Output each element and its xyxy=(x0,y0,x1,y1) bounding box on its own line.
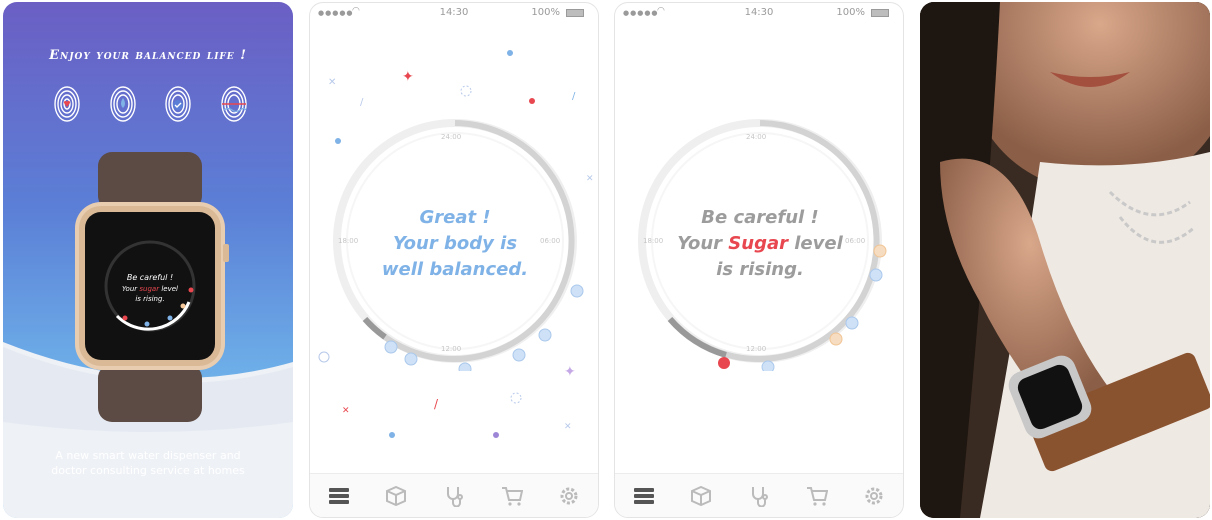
battery-icon xyxy=(871,9,889,17)
watch-line-2-highlight: sugar xyxy=(139,285,160,293)
fingerprint-heart-icon xyxy=(54,86,80,122)
svg-text:✕: ✕ xyxy=(564,422,572,432)
watch-line-2: Your sugar level xyxy=(122,285,178,293)
intro-description-line-1: A new smart water dispenser and xyxy=(55,449,241,462)
fingerprint-drop-icon xyxy=(109,86,136,122)
gear-icon[interactable] xyxy=(556,483,582,509)
svg-text:✦: ✦ xyxy=(402,69,414,85)
tick-bottom: 12:00 xyxy=(441,345,462,353)
careful-line-2: Your Sugar level xyxy=(615,231,903,257)
status-bar: ●●●●● ◠ 14:30 100% xyxy=(310,3,598,23)
watch-line-3: is rising. xyxy=(135,295,164,303)
sugar-warning-screen: ●●●●● ◠ 14:30 100% 24:00 06:00 12:00 18:… xyxy=(614,2,904,518)
sugar-highlight: Sugar xyxy=(728,233,788,254)
balanced-line-3: well balanced. xyxy=(381,259,529,280)
watch-line-2-pre: Your xyxy=(122,285,138,293)
svg-text:✕: ✕ xyxy=(328,77,336,88)
careful-line-1: Be careful ! xyxy=(701,207,819,228)
svg-text:✕: ✕ xyxy=(586,174,594,184)
screenshot-collage: Enjoy your balanced life ! Be careful ! … xyxy=(0,0,1212,520)
balanced-line-1: Great ! xyxy=(419,207,491,228)
tick-top: 24:00 xyxy=(441,133,462,141)
intro-panel: Enjoy your balanced life ! Be careful ! … xyxy=(3,2,293,518)
tab-bar xyxy=(310,473,598,517)
fingerprint-check-icon xyxy=(165,86,192,122)
menu-icon[interactable] xyxy=(326,483,352,509)
cart-icon[interactable] xyxy=(804,483,830,509)
svg-text:/: / xyxy=(572,91,576,102)
tick-top: 24:00 xyxy=(746,133,767,141)
balanced-screen: ●●●●● ◠ 14:30 100% ✕ ✦ / / ✕ ✦ ✕ / ✕ 24:… xyxy=(309,2,599,518)
stethoscope-icon[interactable] xyxy=(441,483,467,509)
balanced-message: Great ! Your body is well balanced. xyxy=(310,205,598,283)
box-icon[interactable] xyxy=(383,483,409,509)
intro-description-line-2: doctor consulting service at homes xyxy=(51,464,245,477)
svg-text:/: / xyxy=(434,397,439,411)
tagline: Enjoy your balanced life ! xyxy=(49,48,247,63)
svg-text:/: / xyxy=(360,97,364,108)
watch-line-2-post: level xyxy=(161,285,178,293)
careful-line-2-pre: Your xyxy=(677,233,723,254)
menu-icon[interactable] xyxy=(631,483,657,509)
careful-line-3: is rising. xyxy=(716,259,804,280)
balanced-line-2: Your body is xyxy=(392,233,518,254)
box-icon[interactable] xyxy=(688,483,714,509)
fingerprint-icons-row xyxy=(53,84,248,124)
stethoscope-icon[interactable] xyxy=(746,483,772,509)
status-bar: ●●●●● ◠ 14:30 100% xyxy=(615,3,903,23)
fingerprint-wave-icon xyxy=(221,86,247,122)
watch-line-1: Be careful ! xyxy=(127,273,173,282)
battery-icon xyxy=(566,9,584,17)
cart-icon[interactable] xyxy=(499,483,525,509)
tick-bottom: 12:00 xyxy=(746,345,767,353)
lifestyle-photo-illustration xyxy=(920,2,1210,518)
smartwatch-illustration: Be careful ! Your sugar level is rising. xyxy=(75,152,229,422)
tab-bar xyxy=(615,473,903,517)
battery-percent: 100% xyxy=(836,7,865,18)
sugar-warning-message: Be careful ! Your Sugar level is rising. xyxy=(615,205,903,283)
battery-percent: 100% xyxy=(531,7,560,18)
lifestyle-photo xyxy=(920,2,1210,518)
svg-text:✕: ✕ xyxy=(342,406,350,416)
intro-description: A new smart water dispenser and doctor c… xyxy=(23,448,273,478)
gear-icon[interactable] xyxy=(861,483,887,509)
careful-line-2-post: level xyxy=(794,233,843,254)
